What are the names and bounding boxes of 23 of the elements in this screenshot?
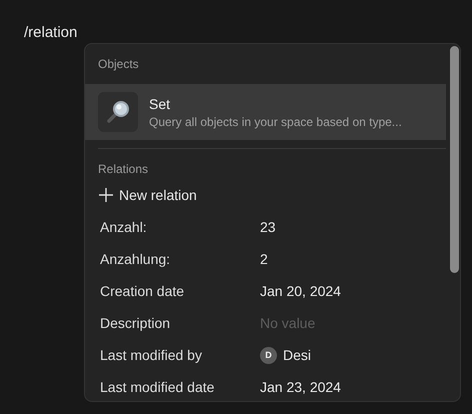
magnifier-icon <box>98 92 138 132</box>
relation-label: Last modified date <box>100 379 216 395</box>
value-text: Jan 23, 2024 <box>260 379 341 395</box>
item-description: Query all objects in your space based on type... <box>149 114 402 128</box>
command-text: /relation <box>24 24 78 41</box>
empty-value-text: No value <box>260 315 316 331</box>
menu-item[interactable]: Set Query all objects in your space based on type... <box>85 84 446 140</box>
scrollbar-thumb[interactable] <box>450 46 459 273</box>
item-title: Set <box>149 96 172 112</box>
relation-label: Creation date <box>100 283 186 299</box>
value-text: 23 <box>260 219 276 235</box>
new-relation-button[interactable]: New relation <box>99 179 197 211</box>
value-text: Jan 20, 2024 <box>260 283 341 299</box>
avatar: D <box>260 346 277 364</box>
section-title: Objects <box>97 56 140 73</box>
value-text: 2 <box>260 251 268 267</box>
relation-label: Last modified by <box>100 347 203 363</box>
section-title: Relations <box>97 161 150 178</box>
user-name: Desi <box>283 347 312 363</box>
relation-label: Anzahlung: <box>100 251 172 267</box>
relation-label: Description <box>100 315 172 331</box>
plus-icon <box>99 188 113 202</box>
relation-label: Anzahl: <box>100 219 148 235</box>
